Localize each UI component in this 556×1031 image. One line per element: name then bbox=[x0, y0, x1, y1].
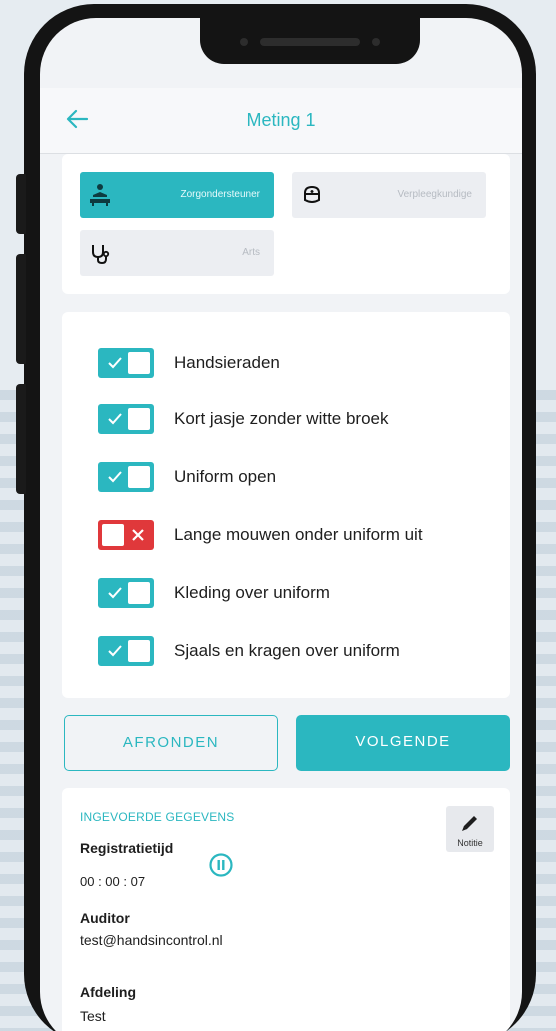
checklist-label: Uniform open bbox=[174, 467, 277, 486]
details-card: INGEVOERDE GEGEVENS Notitie Registratiet… bbox=[62, 788, 510, 1031]
checklist-item: Lange mouwen onder uniform uit bbox=[98, 520, 518, 550]
role-button-arts[interactable]: Arts bbox=[80, 230, 274, 276]
role-label: Zorgondersteuner bbox=[180, 189, 261, 200]
checklist-label: Kleding over uniform bbox=[174, 583, 330, 602]
toggle-knob bbox=[128, 352, 150, 374]
phone-side-button bbox=[16, 174, 26, 234]
checklist-item: Kort jasje zonder witte broek bbox=[98, 404, 518, 434]
toggle-knob bbox=[102, 524, 124, 546]
toggle-switch[interactable] bbox=[98, 636, 154, 666]
role-selector-card: Zorgondersteuner Verpleegkundige Arts bbox=[62, 154, 510, 294]
check-icon bbox=[108, 587, 122, 599]
check-icon bbox=[108, 413, 122, 425]
role-button-zorgondersteuner[interactable]: Zorgondersteuner bbox=[80, 172, 274, 218]
checklist-label: Sjaals en kragen over uniform bbox=[174, 641, 400, 660]
next-button[interactable]: VOLGENDE bbox=[296, 715, 510, 771]
check-icon bbox=[108, 357, 122, 369]
department-label: Afdeling bbox=[80, 984, 136, 1000]
page-title: Meting 1 bbox=[246, 110, 316, 130]
role-label: Arts bbox=[242, 247, 260, 258]
auditor-value: test@handsincontrol.nl bbox=[80, 932, 223, 948]
checklist-label: Kort jasje zonder witte broek bbox=[174, 409, 389, 428]
checklist-card: Handsieraden Kort jasje zonder witte bro… bbox=[62, 312, 510, 698]
finish-button[interactable]: AFRONDEN bbox=[64, 715, 278, 771]
role-button-verpleegkundige[interactable]: Verpleegkundige bbox=[292, 172, 486, 218]
toggle-switch[interactable] bbox=[98, 348, 154, 378]
nurse-cap-icon bbox=[300, 183, 324, 207]
note-label: Notitie bbox=[457, 838, 483, 848]
camera-dot bbox=[372, 38, 380, 46]
pause-icon[interactable] bbox=[208, 852, 234, 878]
toggle-knob bbox=[128, 466, 150, 488]
x-icon bbox=[132, 529, 144, 541]
speaker-grille bbox=[260, 38, 360, 46]
check-icon bbox=[108, 645, 122, 657]
registration-label: Registratietijd bbox=[80, 840, 174, 856]
toggle-switch[interactable] bbox=[98, 520, 154, 550]
toggle-knob bbox=[128, 640, 150, 662]
caregiver-icon bbox=[88, 183, 112, 207]
section-title: INGEVOERDE GEGEVENS bbox=[80, 810, 235, 824]
checklist-label: Handsieraden bbox=[174, 353, 280, 372]
camera-dot bbox=[240, 38, 248, 46]
toggle-switch[interactable] bbox=[98, 404, 154, 434]
stethoscope-icon bbox=[88, 241, 112, 265]
toggle-knob bbox=[128, 408, 150, 430]
auditor-label: Auditor bbox=[80, 910, 130, 926]
note-button[interactable]: Notitie bbox=[446, 806, 494, 852]
registration-time: 00 : 00 : 07 bbox=[80, 874, 146, 889]
app-header: Meting 1 bbox=[40, 88, 522, 154]
role-label: Verpleegkundige bbox=[397, 189, 472, 200]
toggle-knob bbox=[128, 582, 150, 604]
toggle-switch[interactable] bbox=[98, 578, 154, 608]
phone-volume-button bbox=[16, 254, 26, 364]
checklist-label: Lange mouwen onder uniform uit bbox=[174, 525, 423, 544]
toggle-switch[interactable] bbox=[98, 462, 154, 492]
checklist-item: Sjaals en kragen over uniform bbox=[98, 636, 518, 666]
phone-volume-button bbox=[16, 384, 26, 494]
app-screen: Meting 1 Zorgondersteuner Verpleegkundig… bbox=[40, 18, 522, 1031]
department-value: Test bbox=[80, 1008, 106, 1024]
checklist-item: Handsieraden bbox=[98, 348, 518, 378]
checklist-item: Kleding over uniform bbox=[98, 578, 518, 608]
checklist-item: Uniform open bbox=[98, 462, 518, 492]
phone-notch bbox=[200, 18, 420, 64]
pencil-icon bbox=[459, 812, 481, 834]
check-icon bbox=[108, 471, 122, 483]
